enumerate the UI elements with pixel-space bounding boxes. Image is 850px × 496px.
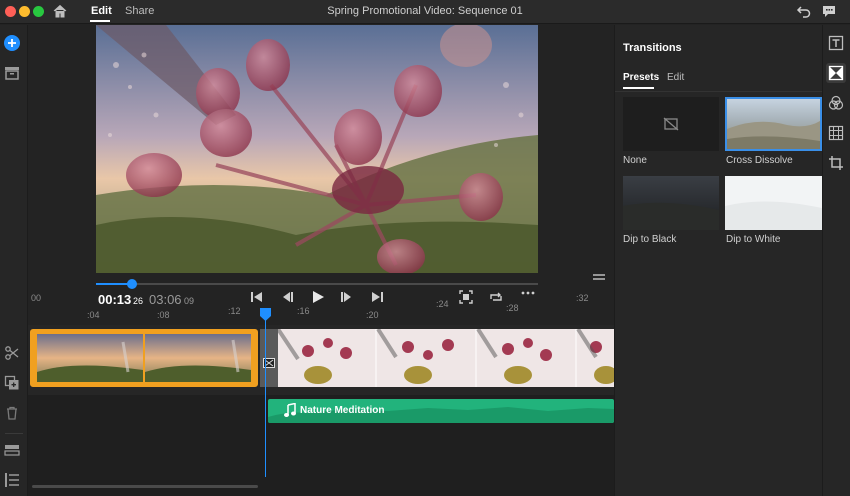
no-transition-icon	[663, 117, 679, 131]
ruler-tick-32: :32	[576, 293, 589, 303]
crop-icon[interactable]	[826, 153, 846, 173]
preview-scrubber-handle[interactable]	[127, 279, 137, 289]
play-button[interactable]	[310, 289, 326, 305]
scissors-icon[interactable]	[2, 343, 22, 363]
tab-presets-indicator	[623, 87, 654, 89]
right-tool-rail	[822, 25, 850, 496]
video-preview[interactable]	[96, 25, 538, 273]
audio-clip-label: Nature Meditation	[300, 405, 385, 416]
undo-icon[interactable]	[796, 3, 812, 19]
title-bar: Edit Share Spring Promotional Video: Seq…	[0, 0, 850, 24]
trash-icon[interactable]	[2, 403, 22, 423]
cross-dissolve-thumbnail	[727, 99, 820, 149]
music-note-icon	[284, 402, 296, 417]
video-clip-flowers[interactable]	[278, 329, 614, 387]
preset-dip-to-black-label: Dip to Black	[623, 234, 677, 245]
current-time: 00:13	[98, 292, 132, 307]
clip-thumbnail-landscape	[37, 334, 251, 382]
fit-view-icon[interactable]	[459, 290, 473, 304]
library-icon[interactable]	[2, 63, 22, 83]
step-forward-button[interactable]	[340, 290, 354, 304]
close-window-button[interactable]	[5, 6, 16, 17]
playhead-handle[interactable]	[260, 308, 271, 321]
preset-dip-to-white[interactable]	[725, 176, 822, 230]
home-icon[interactable]	[52, 3, 68, 19]
rail-divider	[5, 433, 23, 434]
video-clip-landscape[interactable]	[30, 329, 258, 387]
list-icon[interactable]	[2, 470, 22, 490]
ruler-tick-12: :12	[228, 306, 241, 316]
transitions-icon[interactable]	[826, 63, 846, 83]
current-frame: 26	[133, 296, 144, 306]
audio-clip-nature-meditation[interactable]: Nature Meditation	[268, 399, 614, 423]
clip-thumbnail-flowers	[278, 329, 614, 387]
ruler-tick-20: :20	[366, 310, 379, 320]
timeline-scrollbar[interactable]	[32, 485, 258, 488]
ruler-tick-16: :16	[297, 306, 310, 316]
skip-to-end-button[interactable]	[370, 290, 384, 304]
more-options-icon[interactable]	[521, 284, 535, 295]
tab-edit-indicator	[90, 20, 110, 22]
timeline[interactable]: Nature Meditation	[28, 325, 614, 496]
total-duration: 03:06	[149, 292, 182, 307]
minimize-window-button[interactable]	[19, 6, 30, 17]
preset-cross-dissolve[interactable]	[725, 97, 822, 151]
duration-frame: 09	[184, 296, 195, 306]
duplicate-icon[interactable]	[2, 373, 22, 393]
feedback-icon[interactable]	[821, 3, 837, 19]
preview-menu-icon[interactable]	[593, 268, 605, 280]
preset-dip-to-black[interactable]	[623, 176, 719, 230]
color-icon[interactable]	[826, 93, 846, 113]
titles-icon[interactable]	[826, 33, 846, 53]
ruler-tick-08: :08	[157, 310, 170, 320]
preset-none[interactable]	[623, 97, 719, 151]
panel-title: Transitions	[623, 42, 682, 54]
transition-marker[interactable]	[260, 329, 278, 387]
tab-edit-panel[interactable]: Edit	[667, 72, 684, 83]
playhead-line	[265, 312, 266, 477]
step-back-button[interactable]	[280, 290, 294, 304]
transitions-panel: Transitions Presets Edit None Cross Diss…	[614, 25, 823, 496]
audio-track-icon[interactable]	[2, 440, 22, 460]
zoom-window-button[interactable]	[33, 6, 44, 17]
ruler-tick-28: :28	[506, 303, 519, 313]
preview-frame-image	[96, 25, 538, 273]
tab-presets[interactable]: Presets	[623, 72, 659, 83]
preview-scrubber-track[interactable]	[96, 283, 538, 285]
dip-to-black-thumbnail	[623, 176, 719, 230]
add-icon[interactable]	[2, 33, 22, 53]
effects-icon[interactable]	[826, 123, 846, 143]
skip-to-start-button[interactable]	[250, 290, 264, 304]
left-tool-rail	[0, 25, 28, 496]
preset-dip-to-white-label: Dip to White	[726, 234, 781, 245]
tab-share[interactable]: Share	[125, 5, 154, 17]
panel-divider	[615, 91, 823, 92]
ruler-tick-0: 00	[31, 293, 42, 303]
tab-edit[interactable]: Edit	[91, 5, 112, 17]
preset-cross-dissolve-label: Cross Dissolve	[726, 155, 793, 166]
ruler-tick-04: :04	[87, 310, 100, 320]
ruler-tick-24: :24	[436, 299, 449, 309]
preset-none-label: None	[623, 155, 647, 166]
dip-to-white-thumbnail	[725, 176, 822, 230]
loop-icon[interactable]	[489, 290, 503, 304]
